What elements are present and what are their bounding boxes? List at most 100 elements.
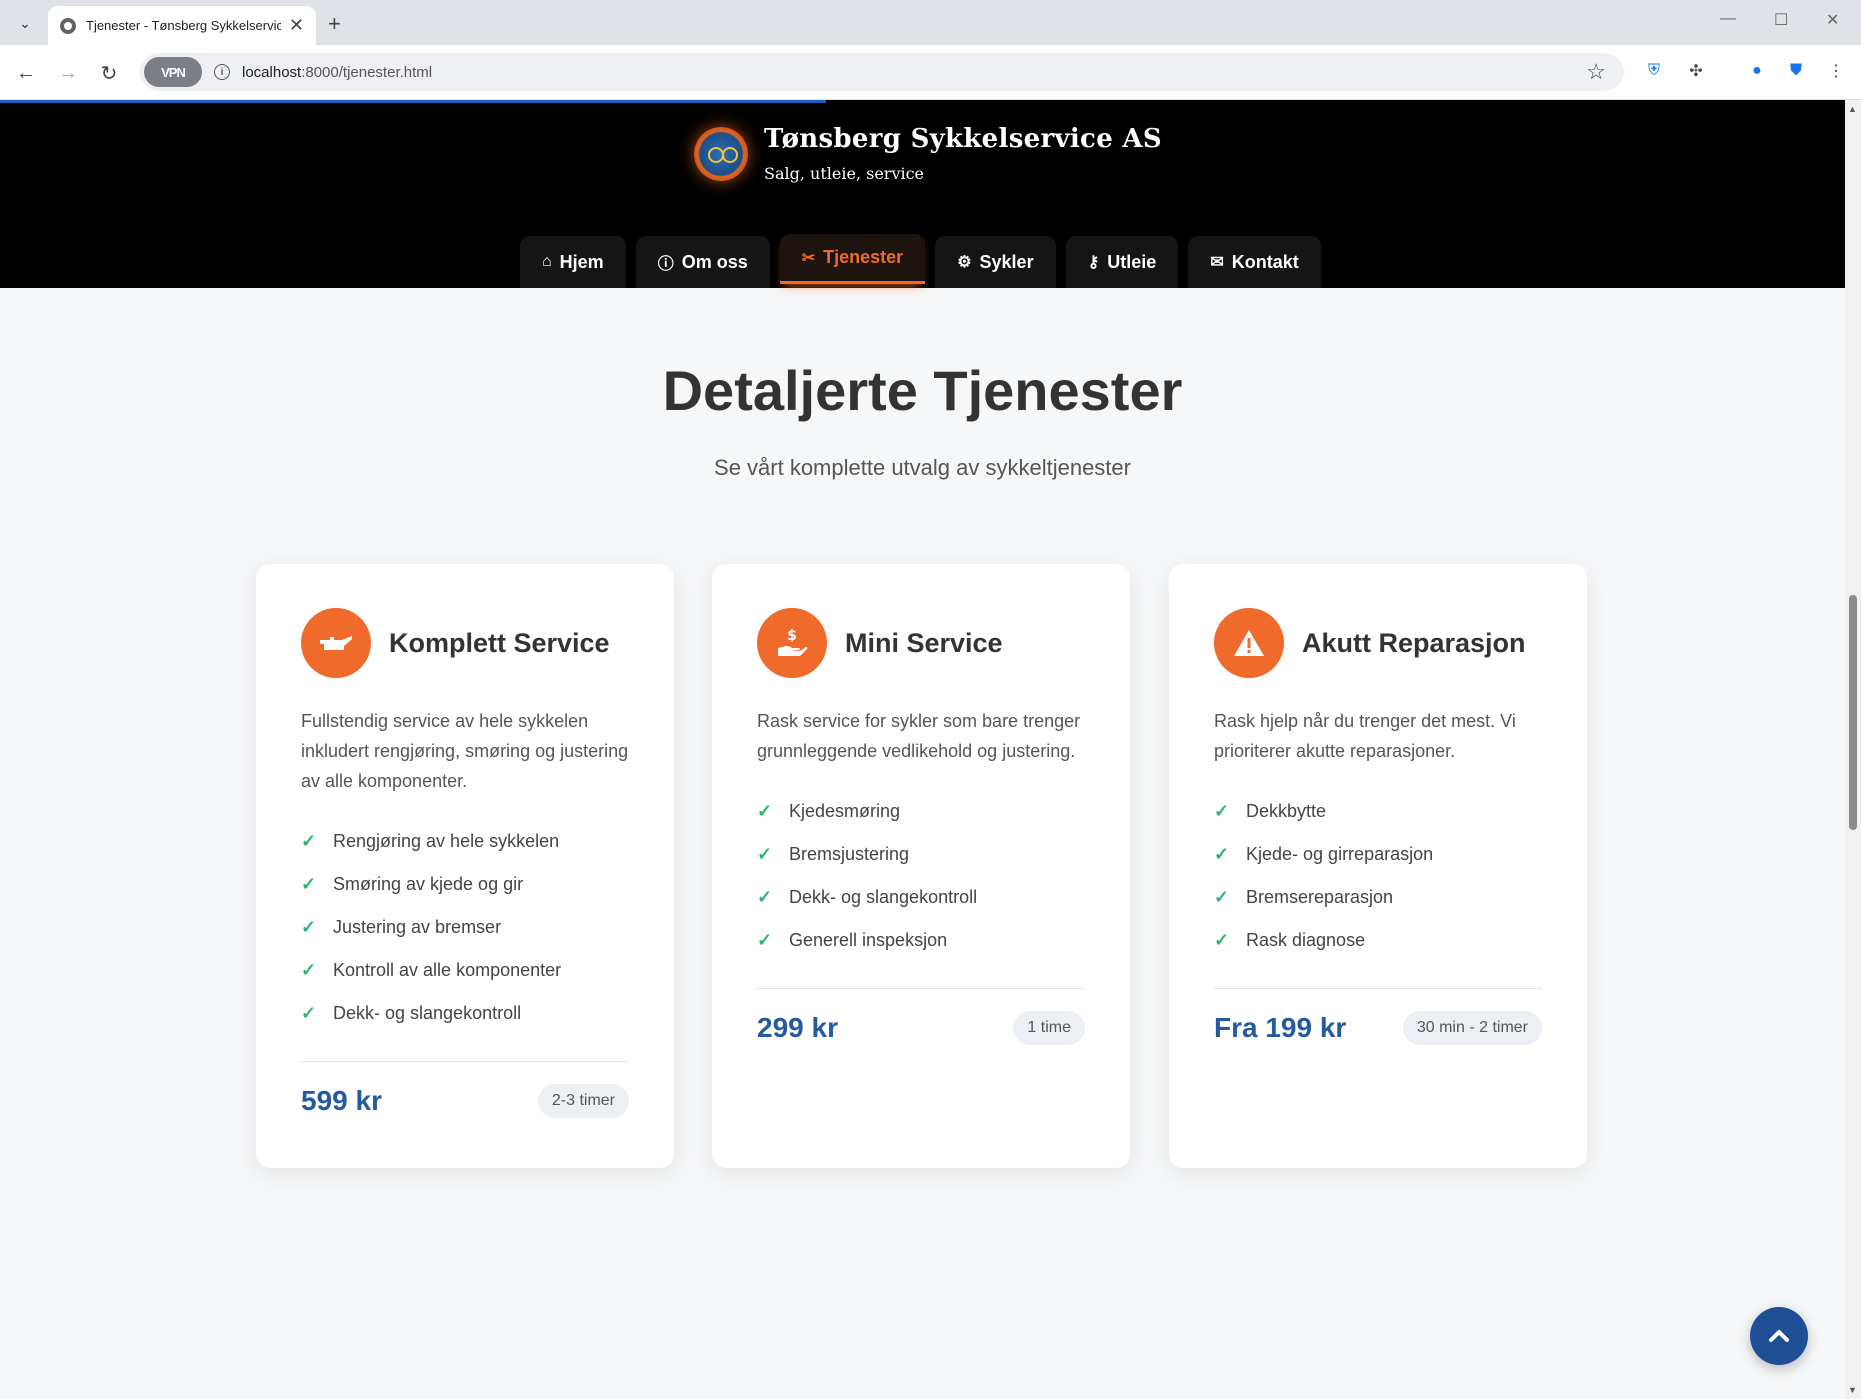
hand-dollar-icon: $ bbox=[757, 608, 827, 678]
feature-label: Smøring av kjede og gir bbox=[333, 874, 524, 894]
duration-badge: 1 time bbox=[1013, 1011, 1085, 1045]
oil-can-icon bbox=[301, 608, 371, 678]
reload-icon[interactable]: ↻ bbox=[93, 57, 125, 89]
check-icon: ✓ bbox=[1214, 844, 1230, 864]
card-footer: 299 kr 1 time bbox=[757, 988, 1085, 1045]
nav-item-hjem[interactable]: ⌂ Hjem bbox=[520, 236, 626, 288]
browser-tab[interactable]: Tjenester - Tønsberg Sykkelservice ✕ bbox=[48, 6, 316, 45]
minimize-icon[interactable]: — bbox=[1720, 10, 1736, 28]
nav-item-kontakt[interactable]: ✉ Kontakt bbox=[1188, 236, 1321, 288]
bicycle-icon: ⚙ bbox=[957, 254, 972, 271]
check-icon: ✓ bbox=[301, 1003, 317, 1023]
list-item: ✓ Justering av bremser bbox=[301, 906, 629, 949]
site-header: Tønsberg Sykkelservice AS Salg, utleie, … bbox=[0, 100, 1845, 288]
page-subtitle: Se vårt komplette utvalg av sykkeltjenes… bbox=[714, 455, 1131, 480]
brand[interactable]: Tønsberg Sykkelservice AS Salg, utleie, … bbox=[694, 124, 1162, 183]
list-item: ✓ Kjedesmøring bbox=[757, 790, 1085, 833]
feature-label: Kontroll av alle komponenter bbox=[333, 960, 562, 980]
password-manager-icon[interactable]: ⛨ bbox=[1642, 59, 1666, 83]
window-close-icon[interactable]: ✕ bbox=[1826, 10, 1839, 30]
bicycle-logo-icon bbox=[694, 126, 748, 181]
scroll-to-top-button[interactable] bbox=[1750, 1307, 1808, 1365]
list-item: ✓ Rengjøring av hele sykkelen bbox=[301, 820, 629, 863]
check-icon: ✓ bbox=[1214, 887, 1230, 907]
feature-label: Dekkbytte bbox=[1246, 801, 1327, 821]
card-footer: 599 kr 2-3 timer bbox=[301, 1061, 629, 1118]
check-icon: ✓ bbox=[1214, 930, 1230, 950]
nav-item-tjenester[interactable]: ✂ Tjenester bbox=[779, 234, 926, 284]
url-path: :8000/tjenester.html bbox=[301, 63, 433, 81]
card-footer: Fra 199 kr 30 min - 2 timer bbox=[1214, 988, 1542, 1045]
site-info-icon[interactable]: i bbox=[214, 64, 230, 80]
feature-label: Dekk- og slangekontroll bbox=[789, 887, 978, 907]
list-item: ✓ Kjede- og girreparasjon bbox=[1214, 833, 1542, 876]
tab-title: Tjenester - Tønsberg Sykkelservice bbox=[86, 18, 281, 33]
scrollbar-thumb[interactable] bbox=[1849, 595, 1857, 830]
brand-text: Tønsberg Sykkelservice AS Salg, utleie, … bbox=[764, 124, 1162, 183]
list-item: ✓ Generell inspeksjon bbox=[757, 919, 1085, 962]
forward-icon[interactable]: → bbox=[52, 57, 84, 89]
omnibox[interactable]: VPN i localhost:8000/tjenester.html ☆ bbox=[140, 53, 1624, 91]
page-scrollbar[interactable]: ▲ ▼ bbox=[1845, 100, 1861, 1399]
check-icon: ✓ bbox=[757, 887, 773, 907]
service-card-akutt: Akutt Reparasjon Rask hjelp når du treng… bbox=[1169, 564, 1587, 1168]
bookmark-star-icon[interactable]: ☆ bbox=[1586, 59, 1606, 85]
nav-item-sykler[interactable]: ⚙ Sykler bbox=[935, 236, 1056, 288]
card-description: Rask hjelp når du trenger det mest. Vi p… bbox=[1214, 711, 1516, 761]
list-item: ✓ Kontroll av alle komponenter bbox=[301, 949, 629, 992]
card-title: Komplett Service bbox=[389, 627, 610, 658]
card-title: Mini Service bbox=[845, 627, 1003, 658]
info-icon: ⓘ bbox=[657, 256, 674, 273]
scroll-down-arrow-icon[interactable]: ▼ bbox=[1848, 1385, 1857, 1395]
check-icon: ✓ bbox=[301, 831, 317, 851]
scroll-up-arrow-icon[interactable]: ▲ bbox=[1848, 104, 1857, 114]
nav-label: Hjem bbox=[559, 251, 604, 272]
nav-item-utleie[interactable]: ⚷ Utleie bbox=[1065, 236, 1179, 288]
feature-label: Kjedesmøring bbox=[789, 801, 901, 821]
nav-label: Sykler bbox=[979, 251, 1034, 272]
nav-item-om-oss[interactable]: ⓘ Om oss bbox=[635, 236, 770, 288]
nav-label: Tjenester bbox=[823, 247, 904, 267]
check-icon: ✓ bbox=[757, 930, 773, 950]
close-tab-icon[interactable]: ✕ bbox=[289, 15, 304, 36]
back-icon[interactable]: ← bbox=[10, 57, 42, 89]
browser-menu-icon[interactable]: ⋮ bbox=[1824, 59, 1848, 83]
shield-extension-icon[interactable]: ⛊ bbox=[1784, 59, 1808, 83]
page-viewport: Tønsberg Sykkelservice AS Salg, utleie, … bbox=[0, 100, 1845, 1399]
extensions-puzzle-icon[interactable]: ✣ bbox=[1684, 59, 1708, 83]
url-text[interactable]: localhost:8000/tjenester.html bbox=[242, 64, 432, 81]
card-title: Akutt Reparasjon bbox=[1302, 627, 1526, 658]
warning-icon bbox=[1214, 608, 1284, 678]
envelope-icon: ✉ bbox=[1210, 254, 1224, 271]
profile-icon[interactable]: ● bbox=[1745, 59, 1769, 83]
nav-label: Utleie bbox=[1107, 251, 1157, 272]
tab-search-dropdown[interactable]: ⌄ bbox=[10, 8, 40, 38]
card-description: Rask service for sykler som bare trenger… bbox=[757, 711, 1081, 761]
site-tagline: Salg, utleie, service bbox=[764, 164, 925, 183]
price: Fra 199 kr bbox=[1214, 1012, 1347, 1043]
check-icon: ✓ bbox=[301, 960, 317, 980]
chevron-up-icon bbox=[1769, 1330, 1789, 1342]
new-tab-button[interactable]: + bbox=[328, 11, 341, 37]
vpn-badge[interactable]: VPN bbox=[144, 57, 202, 87]
list-item: ✓ Bremsereparasjon bbox=[1214, 876, 1542, 919]
feature-label: Bremsereparasjon bbox=[1246, 887, 1394, 907]
feature-label: Bremsjustering bbox=[789, 844, 910, 864]
card-header: $ Mini Service bbox=[757, 608, 1085, 678]
tools-icon: ✂ bbox=[801, 249, 816, 267]
maximize-icon[interactable]: ☐ bbox=[1774, 10, 1788, 30]
list-item: ✓ Smøring av kjede og gir bbox=[301, 863, 629, 906]
list-item: ✓ Rask diagnose bbox=[1214, 919, 1542, 962]
card-header: Akutt Reparasjon bbox=[1214, 608, 1542, 678]
feature-list: ✓ Rengjøring av hele sykkelen ✓ Smøring av… bbox=[301, 820, 629, 1035]
feature-list: ✓ Dekkbytte ✓ Kjede- og girreparasjon ✓ Bre… bbox=[1214, 790, 1542, 962]
list-item: ✓ Dekk- og slangekontroll bbox=[301, 992, 629, 1035]
site-name: Tønsberg Sykkelservice AS bbox=[764, 124, 1162, 154]
feature-list: ✓ Kjedesmøring ✓ Bremsjustering ✓ Dekk- og … bbox=[757, 790, 1085, 962]
service-card-komplett: Komplett Service Fullstendig service av … bbox=[256, 564, 674, 1168]
card-description: Fullstendig service av hele sykkelen ink… bbox=[301, 711, 629, 791]
list-item: ✓ Bremsjustering bbox=[757, 833, 1085, 876]
list-item: ✓ Dekkbytte bbox=[1214, 790, 1542, 833]
check-icon: ✓ bbox=[757, 844, 773, 864]
duration-badge: 30 min - 2 timer bbox=[1402, 1011, 1542, 1045]
